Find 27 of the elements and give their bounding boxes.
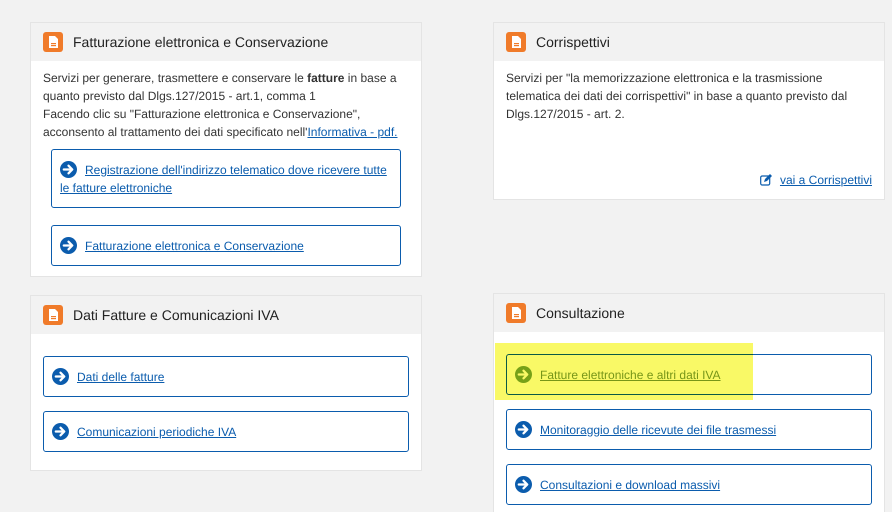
service-link[interactable]: Consultazioni e download massivi	[506, 464, 872, 505]
card-title: Dati Fatture e Comunicazioni IVA	[73, 306, 279, 324]
arrow-right-icon	[515, 366, 532, 383]
arrow-right-icon	[515, 421, 532, 438]
service-link[interactable]: Monitoraggio delle ricevute dei file trasmessi	[506, 409, 872, 450]
card-description: Servizi per "la memorizzazione elettronica e la trasmissione telematica dei dati dei corrispettivi" in base a quanto previsto dal Dlgs.127/2015 - art. 2.	[506, 70, 848, 123]
document-icon	[43, 305, 63, 325]
document-icon	[43, 32, 63, 52]
arrow-right-icon	[52, 423, 69, 440]
card-title: Corrispettivi	[536, 32, 610, 52]
card-title: Consultazione	[536, 304, 625, 322]
card-title: Fatturazione elettronica e Conservazione	[73, 32, 328, 52]
card-description: Servizi per generare, trasmettere e conservare le fatture in base a quanto previsto dal Dlgs.127/2015 - art.1, comma 1	[43, 70, 398, 105]
corrispettivi-link[interactable]: vai a Corrispettivi	[760, 171, 872, 189]
arrow-right-icon	[60, 237, 77, 254]
arrow-right-icon	[52, 368, 69, 385]
arrow-right-icon	[515, 476, 532, 493]
service-link[interactable]: Comunicazioni periodiche IVA	[43, 411, 409, 452]
edit-icon	[760, 174, 772, 186]
document-icon	[506, 32, 526, 52]
service-link[interactable]: Dati delle fatture	[43, 356, 409, 397]
service-link[interactable]: Registrazione dell'indirizzo telematico dove ricevere tutte le fatture elettroniche	[51, 149, 401, 208]
document-icon	[506, 303, 526, 323]
consent-text: Facendo clic su "Fatturazione elettronica e Conservazione", acconsento al trattamento dei dati specificato nell'Informativa - pdf.	[43, 106, 398, 141]
informativa-link[interactable]: Informativa - pdf.	[307, 125, 398, 139]
service-link[interactable]: Fatturazione elettronica e Conservazione	[51, 225, 401, 266]
arrow-right-icon	[60, 161, 77, 178]
